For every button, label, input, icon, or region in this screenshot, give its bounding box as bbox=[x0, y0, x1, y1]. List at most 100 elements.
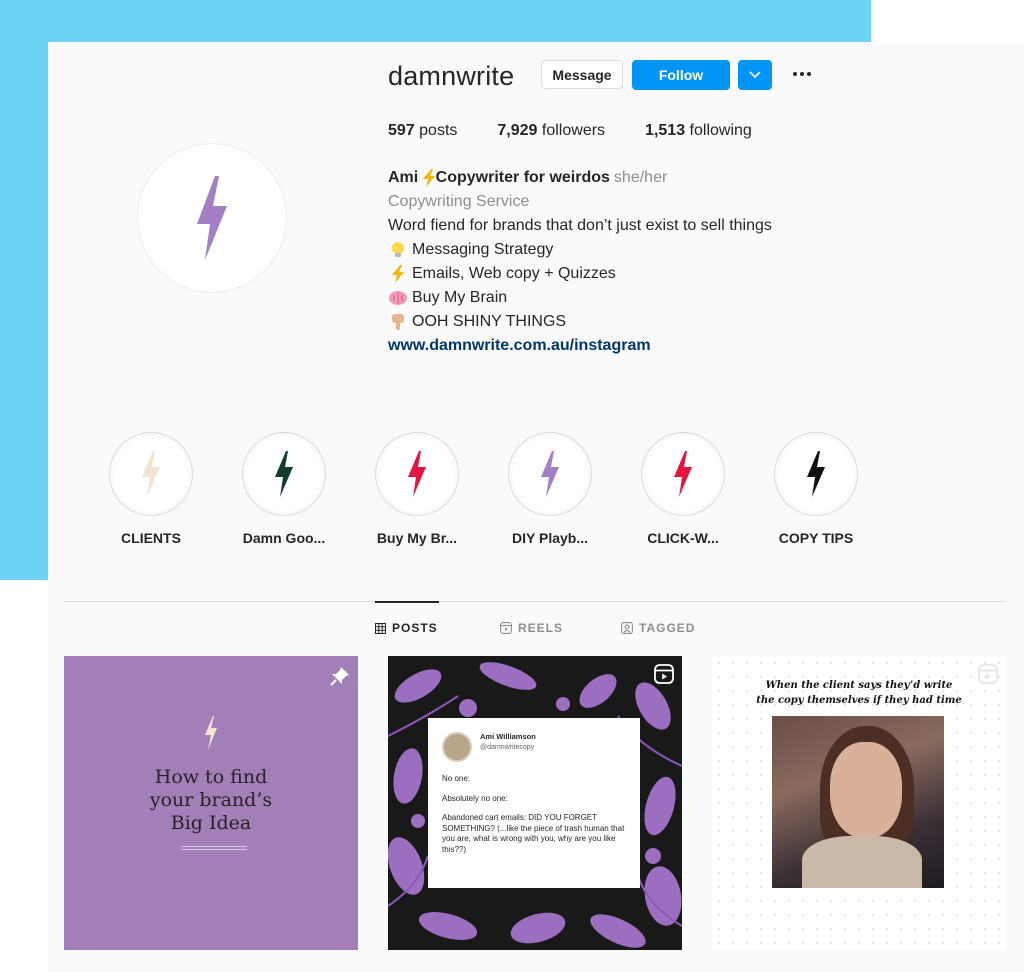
highlight-label: COPY TIPS bbox=[778, 530, 854, 546]
profile-stats: 597 posts 7,929 followers 1,513 followin… bbox=[388, 122, 792, 140]
active-tab-indicator bbox=[375, 601, 439, 603]
highlight-clients[interactable]: CLIENTS bbox=[91, 432, 211, 546]
highlight-ring bbox=[774, 432, 858, 516]
highlight-ring bbox=[641, 432, 725, 516]
lightbulb-icon bbox=[388, 240, 408, 260]
tagged-user-icon bbox=[621, 622, 633, 634]
highlight-damn-goo[interactable]: Damn Goo... bbox=[224, 432, 344, 546]
lightning-bolt-icon bbox=[275, 451, 293, 497]
tweet-text: Absolutely no one: bbox=[442, 793, 508, 803]
highlight-label: Buy My Br... bbox=[376, 530, 458, 546]
highlight-cover bbox=[113, 436, 189, 512]
tweet-header: Ami Williamson @damnwritecopy bbox=[442, 732, 630, 762]
more-options-button[interactable] bbox=[788, 62, 816, 86]
pointing-down-icon bbox=[388, 312, 408, 332]
bio-line-shiny: OOH SHINY THINGS bbox=[388, 310, 772, 334]
highlight-cover bbox=[512, 436, 588, 512]
posts-count: 597 bbox=[388, 122, 415, 139]
highlight-cover bbox=[645, 436, 721, 512]
posts-label: posts bbox=[419, 122, 458, 139]
bio-line1-text: Messaging Strategy bbox=[412, 241, 554, 258]
bio-name-suffix: Copywriter for weirdos bbox=[435, 169, 610, 186]
post-title-line: How to find bbox=[154, 766, 268, 788]
profile-username: damnwrite bbox=[388, 61, 515, 91]
bio-line-brain: Buy My Brain bbox=[388, 286, 772, 310]
bio-name-line: Ami Copywriter for weirdos she/her bbox=[388, 166, 772, 190]
message-button[interactable]: Message bbox=[541, 60, 623, 89]
profile-panel: damnwrite Message Follow 597 posts 7,929… bbox=[48, 42, 1024, 972]
following-count: 1,513 bbox=[645, 122, 686, 139]
meme-caption-line: the copy themselves if they had time bbox=[756, 695, 962, 706]
bio-website-link[interactable]: www.damnwrite.com.au/instagram bbox=[388, 334, 772, 358]
follow-button[interactable]: Follow bbox=[632, 60, 730, 90]
lightning-bolt-icon bbox=[541, 451, 559, 497]
highlight-click-w[interactable]: CLICK-W... bbox=[623, 432, 743, 546]
bio-name-prefix: Ami bbox=[388, 169, 423, 186]
posts-stat: 597 posts bbox=[388, 122, 457, 140]
following-label: following bbox=[689, 122, 752, 139]
post-tile-tweet[interactable]: Ami Williamson @damnwritecopy No one: Ab… bbox=[388, 656, 682, 950]
lightning-bolt-icon bbox=[408, 451, 426, 497]
post-title: How to find your brand’s Big Idea bbox=[64, 766, 358, 835]
reels-icon bbox=[654, 664, 674, 684]
tab-reels[interactable]: REELS bbox=[500, 621, 563, 635]
lightning-icon bbox=[388, 264, 408, 284]
lightning-bolt-icon bbox=[674, 451, 692, 497]
highlight-diy-playbook[interactable]: DIY Playb... bbox=[490, 432, 610, 546]
followers-label: followers bbox=[541, 122, 606, 139]
followers-count: 7,929 bbox=[497, 122, 538, 139]
more-dot-icon bbox=[793, 72, 797, 76]
tweet-handle: @damnwritecopy bbox=[480, 743, 535, 751]
highlight-label: CLICK-W... bbox=[647, 530, 719, 546]
tab-posts[interactable]: POSTS bbox=[375, 621, 438, 635]
bio-line3-text: Buy My Brain bbox=[412, 289, 508, 306]
highlight-ring bbox=[109, 432, 193, 516]
tweet-card: Ami Williamson @damnwritecopy No one: Ab… bbox=[428, 718, 640, 888]
reels-icon bbox=[500, 622, 512, 634]
highlight-ring bbox=[242, 432, 326, 516]
highlight-copy-tips[interactable]: COPY TIPS bbox=[756, 432, 876, 546]
post-tile-meme[interactable]: When the client says they’d write the co… bbox=[712, 656, 1006, 950]
post-title-line: your brand’s bbox=[149, 789, 273, 811]
highlight-cover bbox=[246, 436, 322, 512]
highlight-ring bbox=[508, 432, 592, 516]
meme-caption: When the client says they’d write the co… bbox=[712, 678, 1006, 708]
tweet-author-block: Ami Williamson @damnwritecopy bbox=[480, 732, 536, 753]
avatar bbox=[442, 732, 472, 762]
tweet-text: No one: bbox=[442, 774, 471, 783]
tab-tagged[interactable]: TAGGED bbox=[621, 621, 695, 635]
bio-pronouns: she/her bbox=[613, 169, 668, 186]
highlight-ring bbox=[375, 432, 459, 516]
brain-icon bbox=[388, 288, 408, 308]
pin-icon bbox=[330, 667, 349, 686]
decorative-underline bbox=[181, 846, 247, 850]
followers-stat[interactable]: 7,929 followers bbox=[497, 122, 605, 140]
photo-shirt bbox=[802, 836, 922, 888]
more-dot-icon bbox=[807, 72, 811, 76]
tab-tagged-label: TAGGED bbox=[639, 621, 696, 635]
highlight-buy-my-brain[interactable]: Buy My Br... bbox=[357, 432, 477, 546]
highlight-cover bbox=[778, 436, 854, 512]
bio-line-emails: Emails, Web copy + Quizzes bbox=[388, 262, 772, 286]
meme-photo bbox=[772, 716, 944, 888]
more-dot-icon bbox=[800, 72, 804, 76]
lightning-bolt-icon bbox=[142, 451, 160, 497]
lightning-icon bbox=[422, 169, 435, 187]
tabs-divider bbox=[64, 601, 1006, 602]
highlight-cover bbox=[379, 436, 455, 512]
bio-description: Word fiend for brands that don’t just ex… bbox=[388, 217, 772, 234]
tab-reels-label: REELS bbox=[518, 621, 564, 635]
highlight-label: DIY Playb... bbox=[512, 530, 588, 546]
tweet-author: Ami Williamson bbox=[480, 732, 536, 741]
following-stat[interactable]: 1,513 following bbox=[645, 122, 752, 140]
bio-line-messaging: Messaging Strategy bbox=[388, 238, 772, 262]
suggested-dropdown-button[interactable] bbox=[738, 60, 772, 90]
profile-avatar[interactable] bbox=[137, 143, 287, 293]
lightning-bolt-icon bbox=[807, 451, 825, 497]
post-tile-big-idea[interactable]: How to find your brand’s Big Idea bbox=[64, 656, 358, 950]
lightning-bolt-icon bbox=[197, 176, 227, 260]
bio-line4-text: OOH SHINY THINGS bbox=[412, 313, 567, 330]
photo-face bbox=[830, 742, 902, 838]
lightning-bolt-icon bbox=[205, 716, 217, 750]
profile-bio: Ami Copywriter for weirdos she/her Copyw… bbox=[388, 166, 772, 358]
